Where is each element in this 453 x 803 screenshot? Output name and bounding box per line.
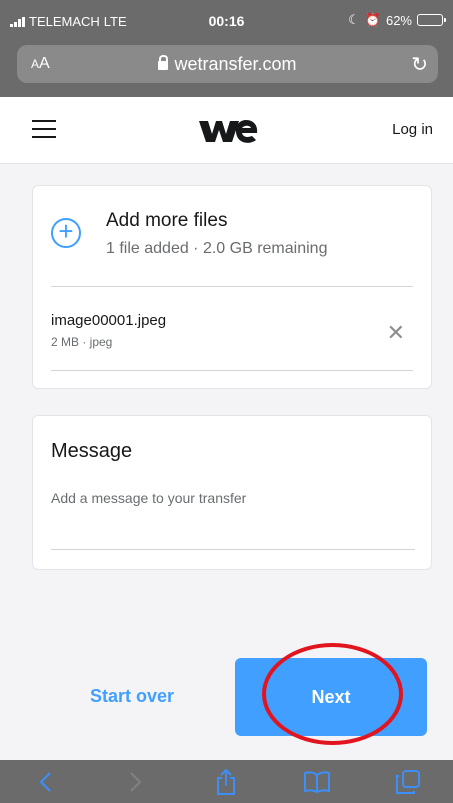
plus-circle-icon[interactable]: + xyxy=(51,218,81,248)
login-link[interactable]: Log in xyxy=(392,121,433,138)
reload-icon[interactable]: ↻ xyxy=(411,52,428,77)
url-text: wetransfer.com xyxy=(174,54,297,74)
status-bar: TELEMACH LTE 00:16 ☾ ⏰ 62% xyxy=(0,0,453,40)
file-name: image00001.jpeg xyxy=(51,312,167,329)
message-input[interactable] xyxy=(51,490,415,550)
alarm-icon: ⏰ xyxy=(364,12,381,27)
back-icon[interactable] xyxy=(25,767,65,797)
battery-icon xyxy=(417,14,446,26)
bookmarks-icon[interactable] xyxy=(297,767,337,797)
divider xyxy=(51,370,413,371)
moon-icon: ☾ xyxy=(348,12,360,27)
message-label: Message xyxy=(51,440,133,462)
browser-toolbar xyxy=(0,760,453,803)
forward-icon[interactable] xyxy=(116,767,156,797)
address-bar[interactable]: AA wetransfer.com ↻ xyxy=(17,45,438,83)
browser-chrome: TELEMACH LTE 00:16 ☾ ⏰ 62% AA wetransfer… xyxy=(0,0,453,97)
share-icon[interactable] xyxy=(206,767,246,797)
tabs-icon[interactable] xyxy=(388,767,428,797)
files-card: + Add more files 1 file added · 2.0 GB r… xyxy=(32,185,432,389)
files-summary: 1 file added · 2.0 GB remaining xyxy=(106,240,328,257)
add-more-files-button[interactable]: Add more files xyxy=(106,210,227,232)
next-button[interactable]: Next xyxy=(235,658,427,736)
close-icon[interactable]: ✕ xyxy=(387,320,405,346)
wetransfer-logo[interactable] xyxy=(198,115,258,145)
start-over-button[interactable]: Start over xyxy=(62,686,202,707)
hamburger-icon[interactable] xyxy=(32,120,56,138)
battery-percent: 62% xyxy=(385,12,412,28)
message-card: Message xyxy=(32,415,432,570)
file-meta: 2 MB · jpeg xyxy=(51,335,113,349)
site-header: Log in xyxy=(0,97,453,164)
lock-icon xyxy=(158,55,169,70)
divider xyxy=(51,286,413,287)
